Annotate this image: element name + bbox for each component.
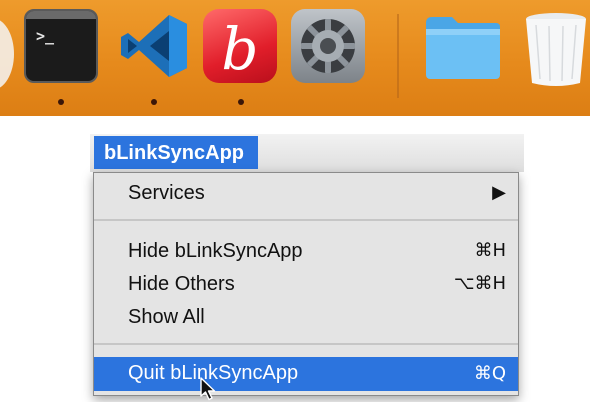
running-indicator [238,99,244,105]
menu-item-label: Show All [128,306,205,328]
terminal-titlebar [26,11,96,19]
bbedit-icon[interactable]: b [203,9,277,83]
submenu-arrow-icon: ▶ [492,182,506,203]
vscode-icon[interactable] [117,9,191,83]
menu-dropdown: Services ▶ Hide bLinkSyncApp ⌘H Hide Oth… [93,172,519,401]
mouse-cursor-icon [200,377,216,401]
app-menu: bLinkSyncApp Services ▶ Hide bLinkSyncAp… [90,134,524,401]
menu-bar: bLinkSyncApp [90,134,524,172]
menu-item-label: Hide Others [128,273,235,295]
shortcut-label: ⌥⌘H [453,273,506,294]
terminal-icon[interactable]: >_ [24,9,98,83]
shortcut-label: ⌘H [474,240,506,261]
gear-icon[interactable] [291,9,365,83]
menu-item-label: Hide bLinkSyncApp [128,240,303,262]
dock-partial-icon [0,18,14,90]
menu-item-label: Services [128,182,205,204]
folder-icon[interactable] [422,9,504,83]
menu-item-quit[interactable]: Quit bLinkSyncApp ⌘Q [94,357,518,401]
running-indicator [58,99,64,105]
dock-divider [397,14,399,98]
trash-icon[interactable] [516,9,590,86]
dock: >_ b [0,0,590,116]
menu-item-hide-others[interactable]: Hide Others ⌥⌘H [94,270,518,300]
menu-item-show-all[interactable]: Show All [94,303,518,333]
shortcut-label: ⌘Q [473,363,506,384]
bbedit-letter: b [221,15,259,83]
app-menu-title[interactable]: bLinkSyncApp [94,136,259,169]
menu-item-services[interactable]: Services ▶ [94,179,518,209]
running-indicator [151,99,157,105]
menu-item-hide-app[interactable]: Hide bLinkSyncApp ⌘H [94,237,518,267]
dock-labels-cropped [0,116,590,126]
menu-separator [94,343,518,345]
terminal-prompt: >_ [36,27,55,45]
menu-separator [94,219,518,221]
